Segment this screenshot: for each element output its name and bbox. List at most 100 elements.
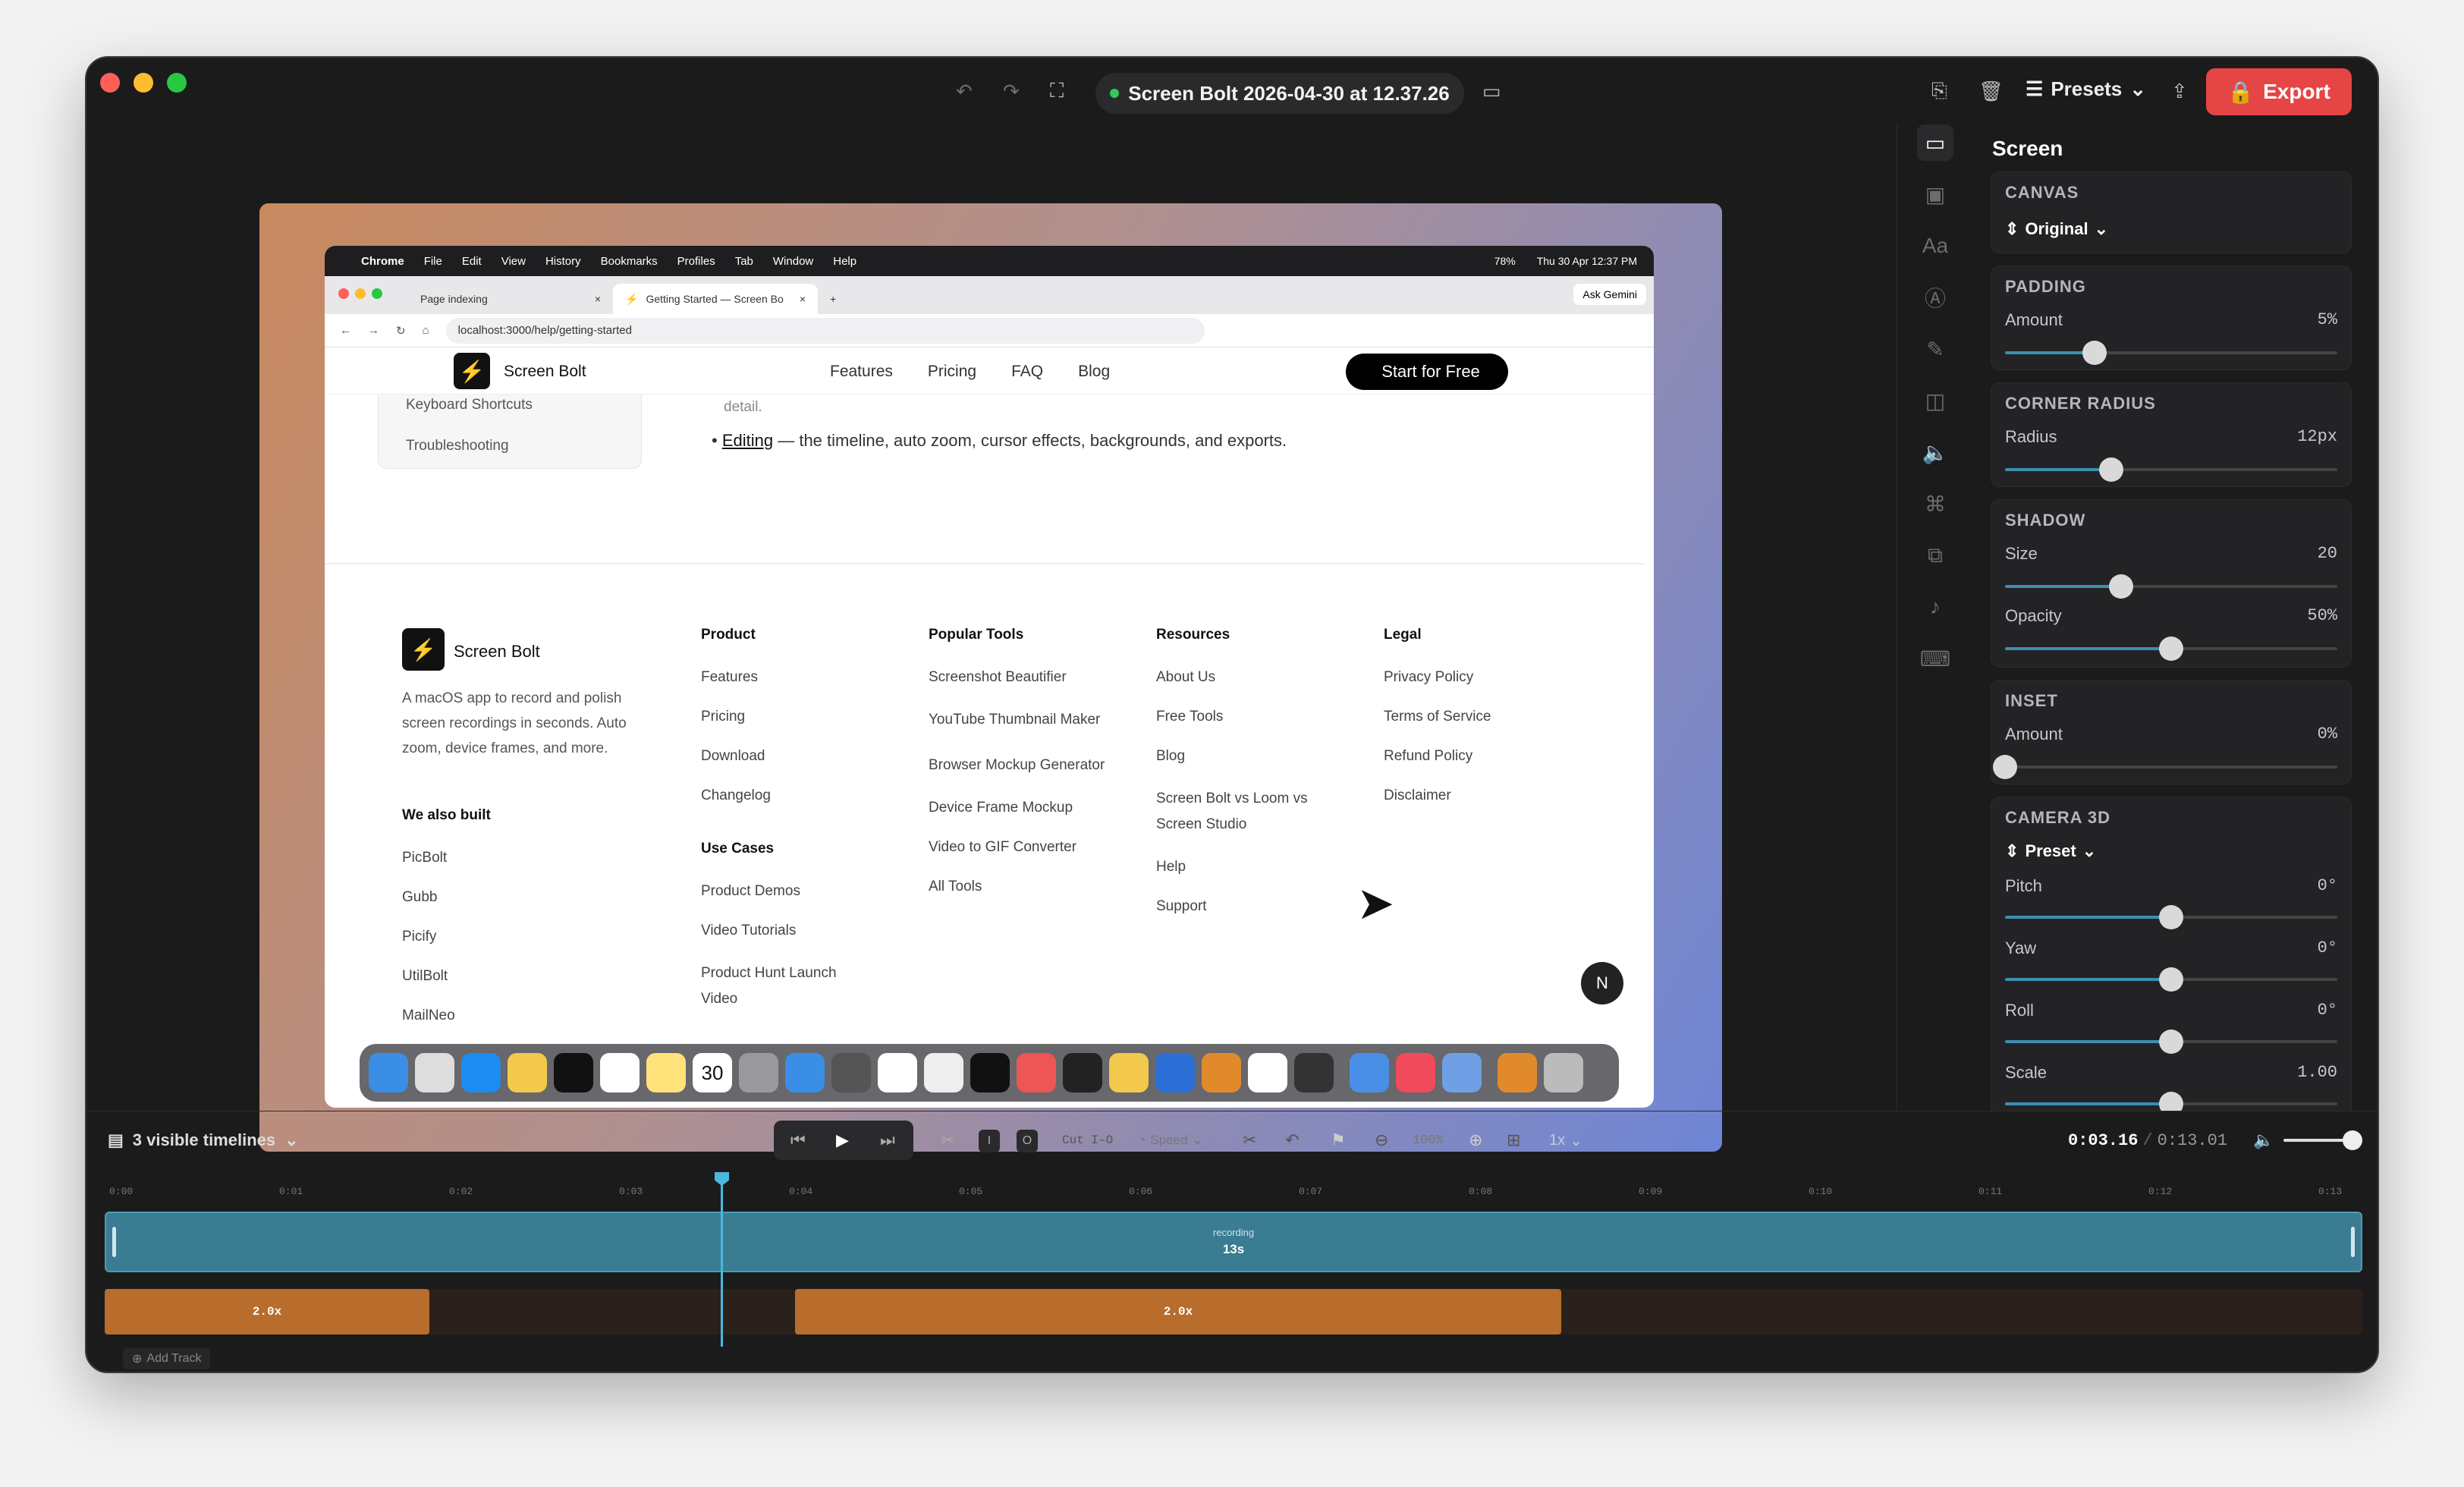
calendar-icon[interactable]: 30: [693, 1053, 732, 1092]
recording-clip[interactable]: recording 13s: [105, 1212, 2362, 1272]
flag-icon[interactable]: ⚑: [1331, 1121, 1346, 1160]
settings-icon[interactable]: [739, 1053, 778, 1092]
trash-icon[interactable]: 🗑: [1978, 76, 2004, 106]
playback-rate-menu[interactable]: 1x ⌄: [1549, 1121, 1582, 1160]
screen-bolt-icon[interactable]: [970, 1053, 1010, 1092]
volume-slider[interactable]: [2283, 1130, 2362, 1150]
screenshot-app-icon[interactable]: [924, 1053, 963, 1092]
close-tab-icon[interactable]: ×: [800, 293, 806, 305]
sublime-folder-icon[interactable]: [1498, 1053, 1537, 1092]
skip-forward-icon[interactable]: ⏭: [880, 1121, 895, 1160]
music-icon[interactable]: [1396, 1053, 1435, 1092]
shell-icon[interactable]: [1063, 1053, 1102, 1092]
shadow-opacity-slider[interactable]: [2005, 637, 2337, 661]
music-tool-icon[interactable]: ♪: [1917, 589, 1953, 625]
speed-menu[interactable]: ◔ Speed ⌄: [1138, 1121, 1203, 1160]
link-terms[interactable]: Terms of Service: [1384, 707, 1491, 727]
playhead-handle[interactable]: [715, 1172, 729, 1186]
share-icon[interactable]: ⇪: [2171, 76, 2188, 106]
image-tool-icon[interactable]: ▣: [1917, 176, 1953, 212]
mail-icon[interactable]: [1350, 1053, 1389, 1092]
notes-icon[interactable]: [646, 1053, 686, 1092]
finder-icon[interactable]: [369, 1053, 408, 1092]
document-title-pill[interactable]: Screen Bolt 2026-04-30 at 12.37.26: [1095, 73, 1464, 114]
screenshot-icon[interactable]: ⛶: [1050, 76, 1064, 106]
cube-app-icon[interactable]: [1294, 1053, 1334, 1092]
url-field[interactable]: localhost:3000/help/getting-started: [445, 317, 1205, 344]
browser-close-dot[interactable]: [338, 288, 349, 299]
presets-menu[interactable]: ☰ Presets ⌄: [2026, 77, 2146, 101]
link-disclaimer[interactable]: Disclaimer: [1384, 786, 1491, 806]
magic-tool-icon[interactable]: ✎: [1917, 331, 1953, 367]
playhead[interactable]: [715, 1172, 729, 1347]
mark-in-button[interactable]: I: [979, 1130, 1000, 1152]
link-screenshot-beautifier[interactable]: Screenshot Beautifier: [929, 668, 1111, 687]
volume-icon[interactable]: 🔈: [2253, 1121, 2274, 1160]
mark-out-button[interactable]: O: [1017, 1130, 1038, 1152]
link-video-tutorials[interactable]: Video Tutorials: [701, 921, 868, 941]
link-download[interactable]: Download: [701, 747, 868, 766]
link-blog[interactable]: Blog: [1156, 747, 1338, 766]
canvas-select[interactable]: ⇕ Original ⌄: [2005, 219, 2108, 239]
padding-slider[interactable]: [2005, 341, 2337, 365]
speed-segment[interactable]: 2.0x: [105, 1289, 429, 1335]
safari-icon[interactable]: [785, 1053, 825, 1092]
undo-icon[interactable]: ↶: [956, 76, 973, 106]
folder-icon[interactable]: ▭: [1482, 76, 1501, 106]
pitch-slider[interactable]: [2005, 905, 2337, 929]
link-picbolt[interactable]: PicBolt: [402, 848, 491, 868]
slider-knob[interactable]: [2159, 1030, 2183, 1054]
link-all-tools[interactable]: All Tools: [929, 877, 1111, 897]
roll-slider[interactable]: [2005, 1030, 2337, 1054]
link-mailneo[interactable]: MailNeo: [402, 1006, 491, 1026]
nav-faq[interactable]: FAQ: [1011, 363, 1043, 381]
export-button[interactable]: 🔒 Export: [2206, 68, 2352, 115]
link-refund[interactable]: Refund Policy: [1384, 747, 1491, 766]
xcode-icon[interactable]: [1155, 1053, 1195, 1092]
link-device-frame[interactable]: Device Frame Mockup: [929, 798, 1111, 818]
forward-icon[interactable]: →: [368, 324, 379, 337]
sublime-icon[interactable]: [1202, 1053, 1241, 1092]
tab-getting-started[interactable]: ⚡ Getting Started — Screen Bo ×: [613, 284, 818, 314]
slider-knob[interactable]: [2159, 905, 2183, 929]
sidebar-link-shortcuts[interactable]: Keyboard Shortcuts: [406, 397, 533, 413]
shadow-size-slider[interactable]: [2005, 574, 2337, 599]
link-youtube-thumbnail[interactable]: YouTube Thumbnail Maker: [929, 707, 1111, 733]
browser-min-dot[interactable]: [355, 288, 366, 299]
trash-dock-icon[interactable]: [1544, 1053, 1583, 1092]
slider-knob[interactable]: [2159, 967, 2183, 992]
chrome-icon[interactable]: [1248, 1053, 1287, 1092]
slider-knob[interactable]: [2159, 1092, 2183, 1111]
reload-icon[interactable]: ↻: [396, 324, 406, 338]
ask-gemini-button[interactable]: Ask Gemini: [1573, 284, 1646, 305]
app-store-icon[interactable]: [461, 1053, 501, 1092]
link-pricing[interactable]: Pricing: [701, 707, 868, 727]
start-for-free-button[interactable]: Start for Free: [1346, 354, 1508, 390]
speed-segment[interactable]: 2.0x: [795, 1289, 1561, 1335]
redo-icon[interactable]: ↷: [1003, 76, 1020, 106]
zoom-window-button[interactable]: [167, 73, 187, 93]
link-utilbolt[interactable]: UtilBolt: [402, 967, 491, 986]
textedit-icon[interactable]: [1017, 1053, 1056, 1092]
undo-icon[interactable]: ↶: [1285, 1121, 1299, 1160]
link-gubb[interactable]: Gubb: [402, 888, 491, 907]
split-icon[interactable]: ✂: [1243, 1121, 1256, 1160]
fit-icon[interactable]: ⊞: [1507, 1121, 1520, 1160]
nav-blog[interactable]: Blog: [1078, 363, 1110, 381]
site-brand[interactable]: Screen Bolt: [504, 363, 586, 381]
back-icon[interactable]: ←: [340, 324, 351, 337]
home-icon[interactable]: ⌂: [423, 324, 429, 337]
bolt-logo-icon[interactable]: ⚡: [454, 353, 490, 389]
camera-tool-icon[interactable]: ◫: [1917, 382, 1953, 419]
slider-knob[interactable]: [2159, 637, 2183, 661]
link-picify[interactable]: Picify: [402, 927, 491, 947]
link-video-to-gif[interactable]: Video to GIF Converter: [929, 838, 1111, 857]
link-product-hunt[interactable]: Product Hunt Launch Video: [701, 960, 868, 1012]
slider-knob[interactable]: [2099, 457, 2124, 482]
puzzle-app-icon[interactable]: [1109, 1053, 1149, 1092]
terminal-icon[interactable]: [554, 1053, 593, 1092]
reminders-icon[interactable]: [600, 1053, 640, 1092]
link-privacy[interactable]: Privacy Policy: [1384, 668, 1491, 687]
cut-button[interactable]: Cut I–O: [1062, 1121, 1113, 1160]
layers-tool-icon[interactable]: ⧉: [1917, 537, 1953, 574]
